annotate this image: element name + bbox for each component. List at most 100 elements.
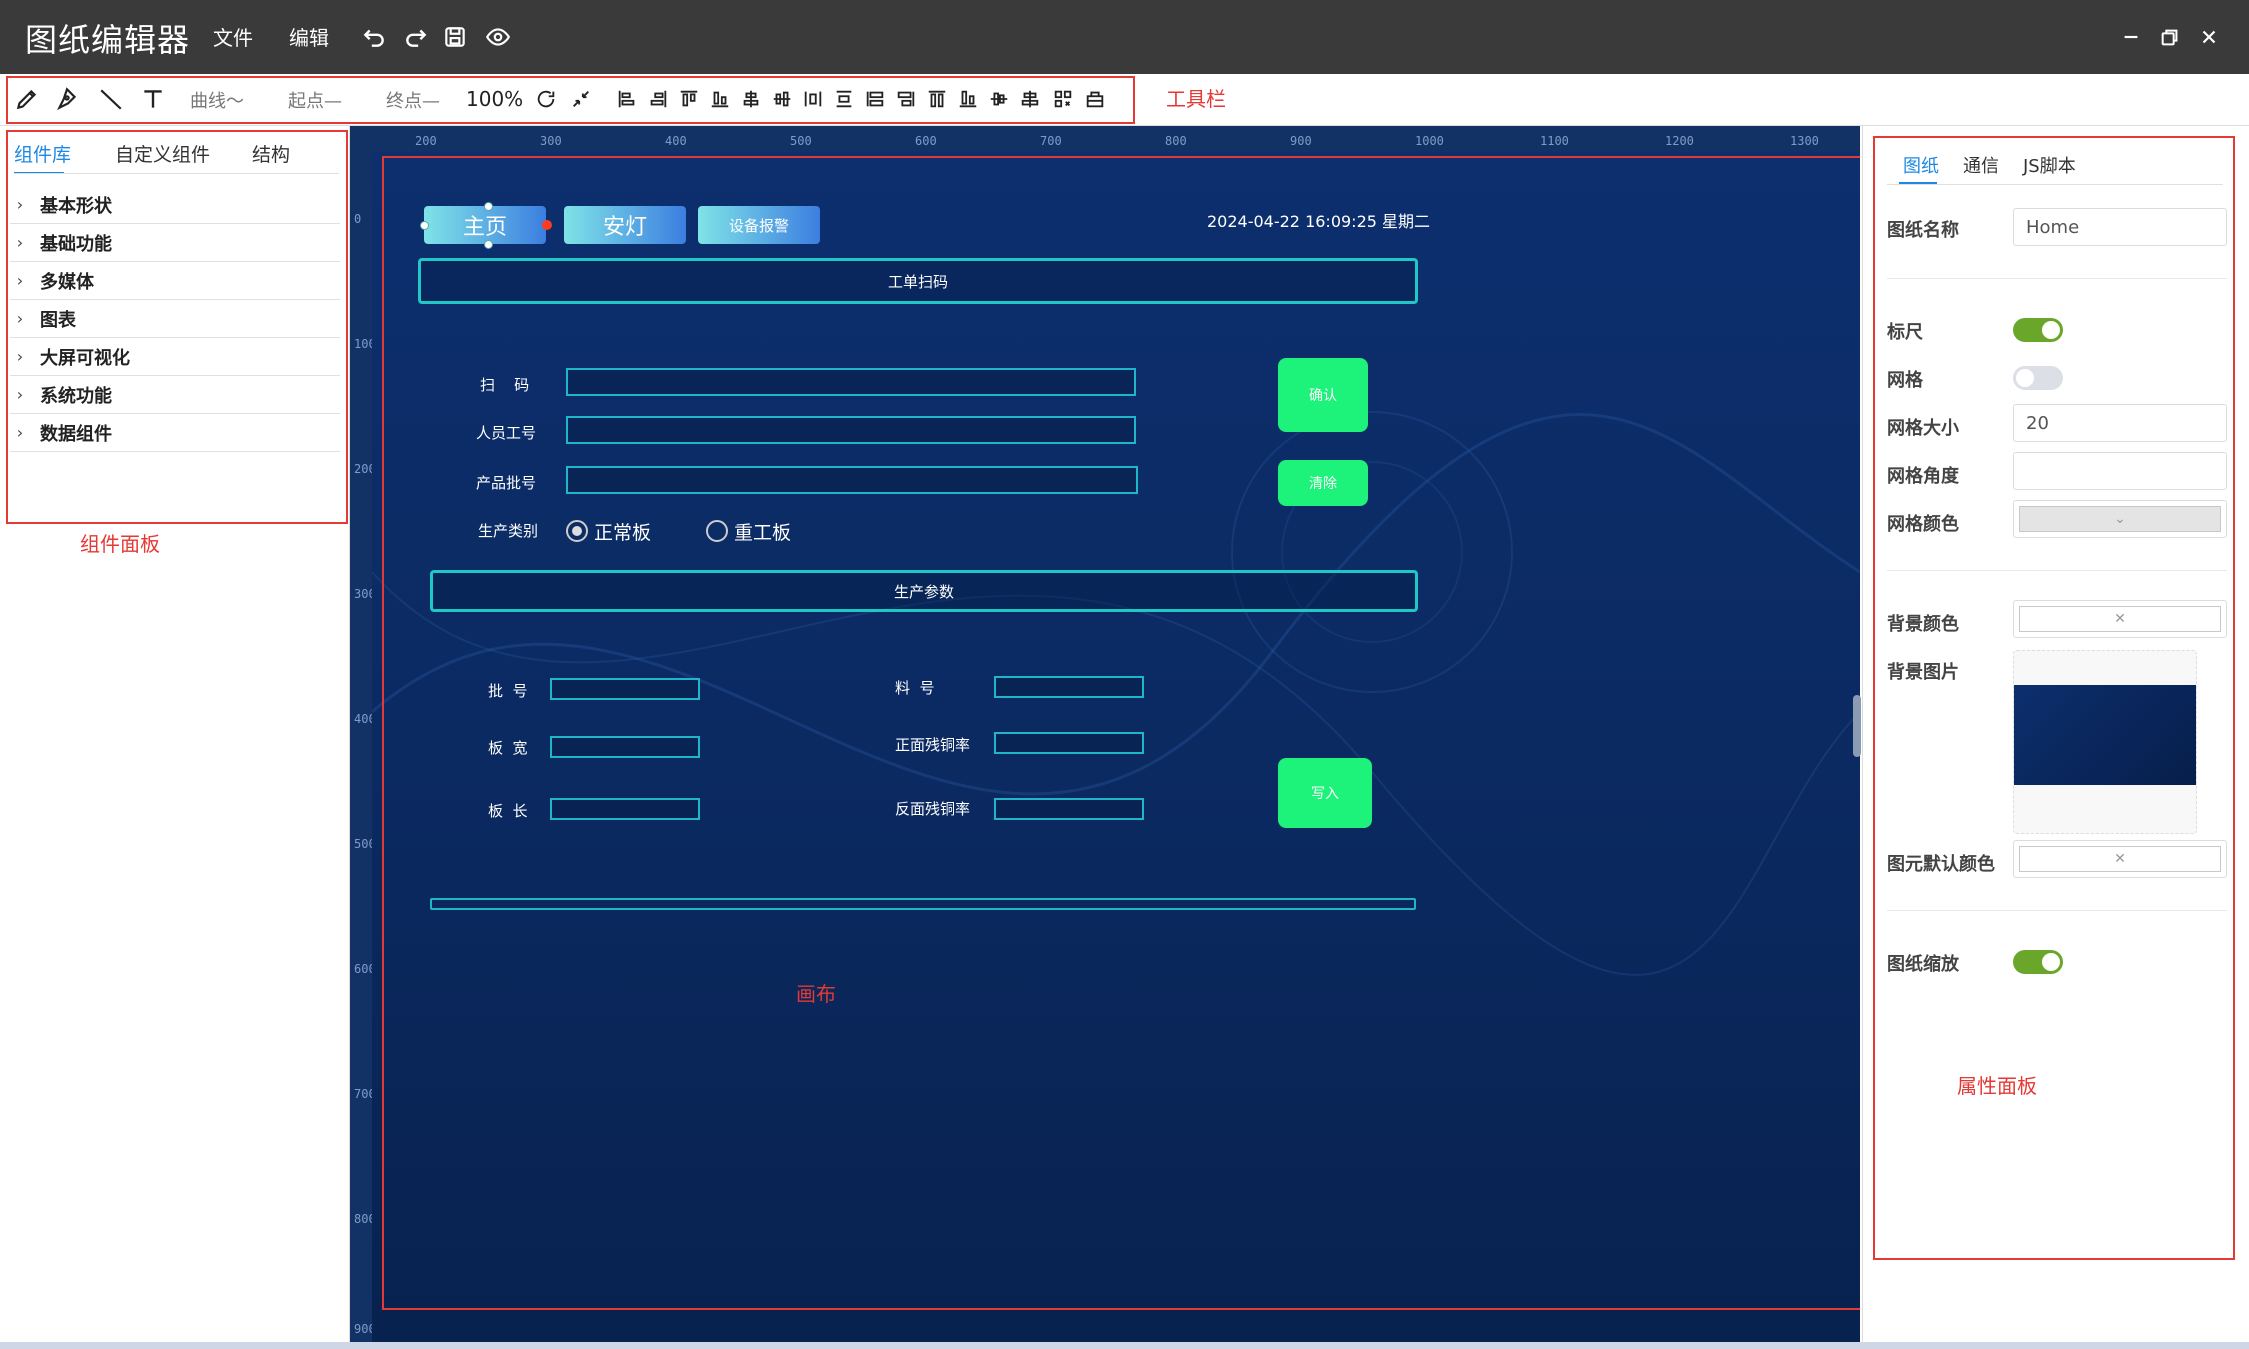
center-v-icon[interactable] xyxy=(1017,86,1043,112)
category-big-screen[interactable]: › 大屏可视化 xyxy=(10,338,340,376)
param-length-input[interactable] xyxy=(550,798,700,820)
restore-icon[interactable] xyxy=(2151,18,2189,56)
category-charts[interactable]: › 图表 xyxy=(10,300,340,338)
close-icon[interactable] xyxy=(2190,18,2228,56)
ruler-toggle[interactable] xyxy=(2013,318,2063,342)
product-batch-input[interactable] xyxy=(566,466,1138,494)
ruler-tick: 900 xyxy=(1290,134,1312,148)
write-button[interactable]: 写入 xyxy=(1278,758,1372,828)
line-icon[interactable] xyxy=(94,84,128,114)
grid-color-label: 网格颜色 xyxy=(1887,514,1959,535)
end-arrow-select[interactable]: 终点— xyxy=(386,87,440,113)
redo-icon[interactable] xyxy=(399,20,433,54)
param-material-label: 料 号 xyxy=(895,679,935,697)
ungroup-icon[interactable] xyxy=(1082,86,1108,112)
bottom-layer-icon[interactable] xyxy=(955,86,981,112)
grid-angle-input[interactable] xyxy=(2013,452,2227,490)
distribute-v-icon[interactable] xyxy=(831,86,857,112)
ruler-tick: 1200 xyxy=(1665,134,1694,148)
drawing-name-input[interactable]: Home xyxy=(2013,208,2227,246)
align-left-icon[interactable] xyxy=(614,86,640,112)
pencil-icon[interactable] xyxy=(12,84,42,114)
menu-file[interactable]: 文件 xyxy=(213,22,253,51)
curve-style-select[interactable]: 曲线～ xyxy=(190,87,244,113)
nav-button-device-alarm[interactable]: 设备报警 xyxy=(698,206,820,244)
background-color-picker[interactable]: ✕ xyxy=(2013,600,2227,638)
tab-communication[interactable]: 通信 xyxy=(1963,152,1999,178)
canvas-scrollbar[interactable] xyxy=(1853,695,1861,757)
param-front-copper-input[interactable] xyxy=(994,732,1144,754)
category-system-functions[interactable]: › 系统功能 xyxy=(10,376,340,414)
property-panel-annotation: 属性面板 xyxy=(1957,1074,2037,1098)
param-material-input[interactable] xyxy=(994,676,1144,698)
distribute-h-icon[interactable] xyxy=(800,86,826,112)
top-layer-icon[interactable] xyxy=(924,86,950,112)
save-icon[interactable] xyxy=(438,20,472,54)
undo-icon[interactable] xyxy=(357,20,391,54)
menu-edit[interactable]: 编辑 xyxy=(289,22,329,51)
align-bottom-icon[interactable] xyxy=(707,86,733,112)
drawing-zoom-label: 图纸缩放 xyxy=(1887,954,1959,975)
radio-normal[interactable] xyxy=(566,520,588,542)
category-basic-functions[interactable]: › 基础功能 xyxy=(10,224,340,262)
align-top-icon[interactable] xyxy=(676,86,702,112)
selection-handle[interactable] xyxy=(484,240,493,249)
grid-size-label: 网格大小 xyxy=(1887,418,1959,439)
worker-id-input[interactable] xyxy=(566,416,1136,444)
background-image-upload[interactable] xyxy=(2013,650,2197,834)
drawing-sheet[interactable]: 主页 安灯 设备报警 2024-04-22 16:09:25 星期二 工单扫码 … xyxy=(372,152,1860,1342)
radio-rework[interactable] xyxy=(706,520,728,542)
group-icon[interactable] xyxy=(1050,86,1076,112)
tab-drawing[interactable]: 图纸 xyxy=(1903,152,1939,178)
param-batch-input[interactable] xyxy=(550,678,700,700)
align-vcenter-icon[interactable] xyxy=(769,86,795,112)
align-hcenter-icon[interactable] xyxy=(738,86,764,112)
shrink-icon[interactable] xyxy=(568,86,594,112)
datetime-display: 2024-04-22 16:09:25 星期二 xyxy=(1207,212,1431,231)
param-width-input[interactable] xyxy=(550,736,700,758)
background-color-label: 背景颜色 xyxy=(1887,614,1959,635)
tab-divider xyxy=(1887,184,2223,185)
grid-size-input[interactable]: 20 xyxy=(2013,404,2227,442)
selection-handle[interactable] xyxy=(484,202,493,211)
grid-color-picker[interactable]: ⌄ xyxy=(2013,500,2227,538)
minimize-icon[interactable] xyxy=(2112,18,2150,56)
tab-js-script[interactable]: JS脚本 xyxy=(2023,152,2076,178)
ruler-tick: 200 xyxy=(415,134,437,148)
rotation-handle[interactable] xyxy=(542,220,552,230)
ruler-top: 200 300 400 500 600 700 800 900 1000 110… xyxy=(350,126,1860,152)
rotate-icon[interactable] xyxy=(533,86,559,112)
tab-component-library[interactable]: 组件库 xyxy=(14,140,71,167)
drawing-zoom-toggle[interactable] xyxy=(2013,950,2063,974)
same-height-icon[interactable] xyxy=(893,86,919,112)
start-arrow-select[interactable]: 起点— xyxy=(288,87,342,113)
selection-handle[interactable] xyxy=(420,221,429,230)
tab-structure[interactable]: 结构 xyxy=(252,140,290,167)
zoom-level[interactable]: 100% xyxy=(466,87,523,111)
toggle-knob xyxy=(2042,953,2060,971)
canvas-area[interactable]: 200 300 400 500 600 700 800 900 1000 110… xyxy=(350,126,1860,1342)
category-label: 图表 xyxy=(40,309,76,331)
clear-button[interactable]: 清除 xyxy=(1278,460,1368,506)
category-label: 数据组件 xyxy=(40,423,112,445)
align-right-icon[interactable] xyxy=(645,86,671,112)
grid-toggle[interactable] xyxy=(2013,366,2063,390)
scan-input[interactable] xyxy=(566,368,1136,396)
same-width-icon[interactable] xyxy=(862,86,888,112)
category-data-components[interactable]: › 数据组件 xyxy=(10,414,340,452)
text-icon[interactable] xyxy=(138,84,168,114)
toolbar-annotation: 工具栏 xyxy=(1166,87,1226,111)
center-h-icon[interactable] xyxy=(986,86,1012,112)
confirm-button[interactable]: 确认 xyxy=(1278,358,1368,432)
param-back-copper-input[interactable] xyxy=(994,798,1144,820)
nav-button-home[interactable]: 主页 xyxy=(424,206,546,244)
pen-icon[interactable] xyxy=(52,84,82,114)
tab-custom-components[interactable]: 自定义组件 xyxy=(115,140,210,167)
nav-button-andon[interactable]: 安灯 xyxy=(564,206,686,244)
default-element-color-picker[interactable]: ✕ xyxy=(2013,840,2227,878)
chevron-right-icon: › xyxy=(16,423,24,442)
category-multimedia[interactable]: › 多媒体 xyxy=(10,262,340,300)
category-basic-shapes[interactable]: › 基本形状 xyxy=(10,186,340,224)
grid-label: 网格 xyxy=(1887,370,1923,391)
preview-eye-icon[interactable] xyxy=(481,20,515,54)
